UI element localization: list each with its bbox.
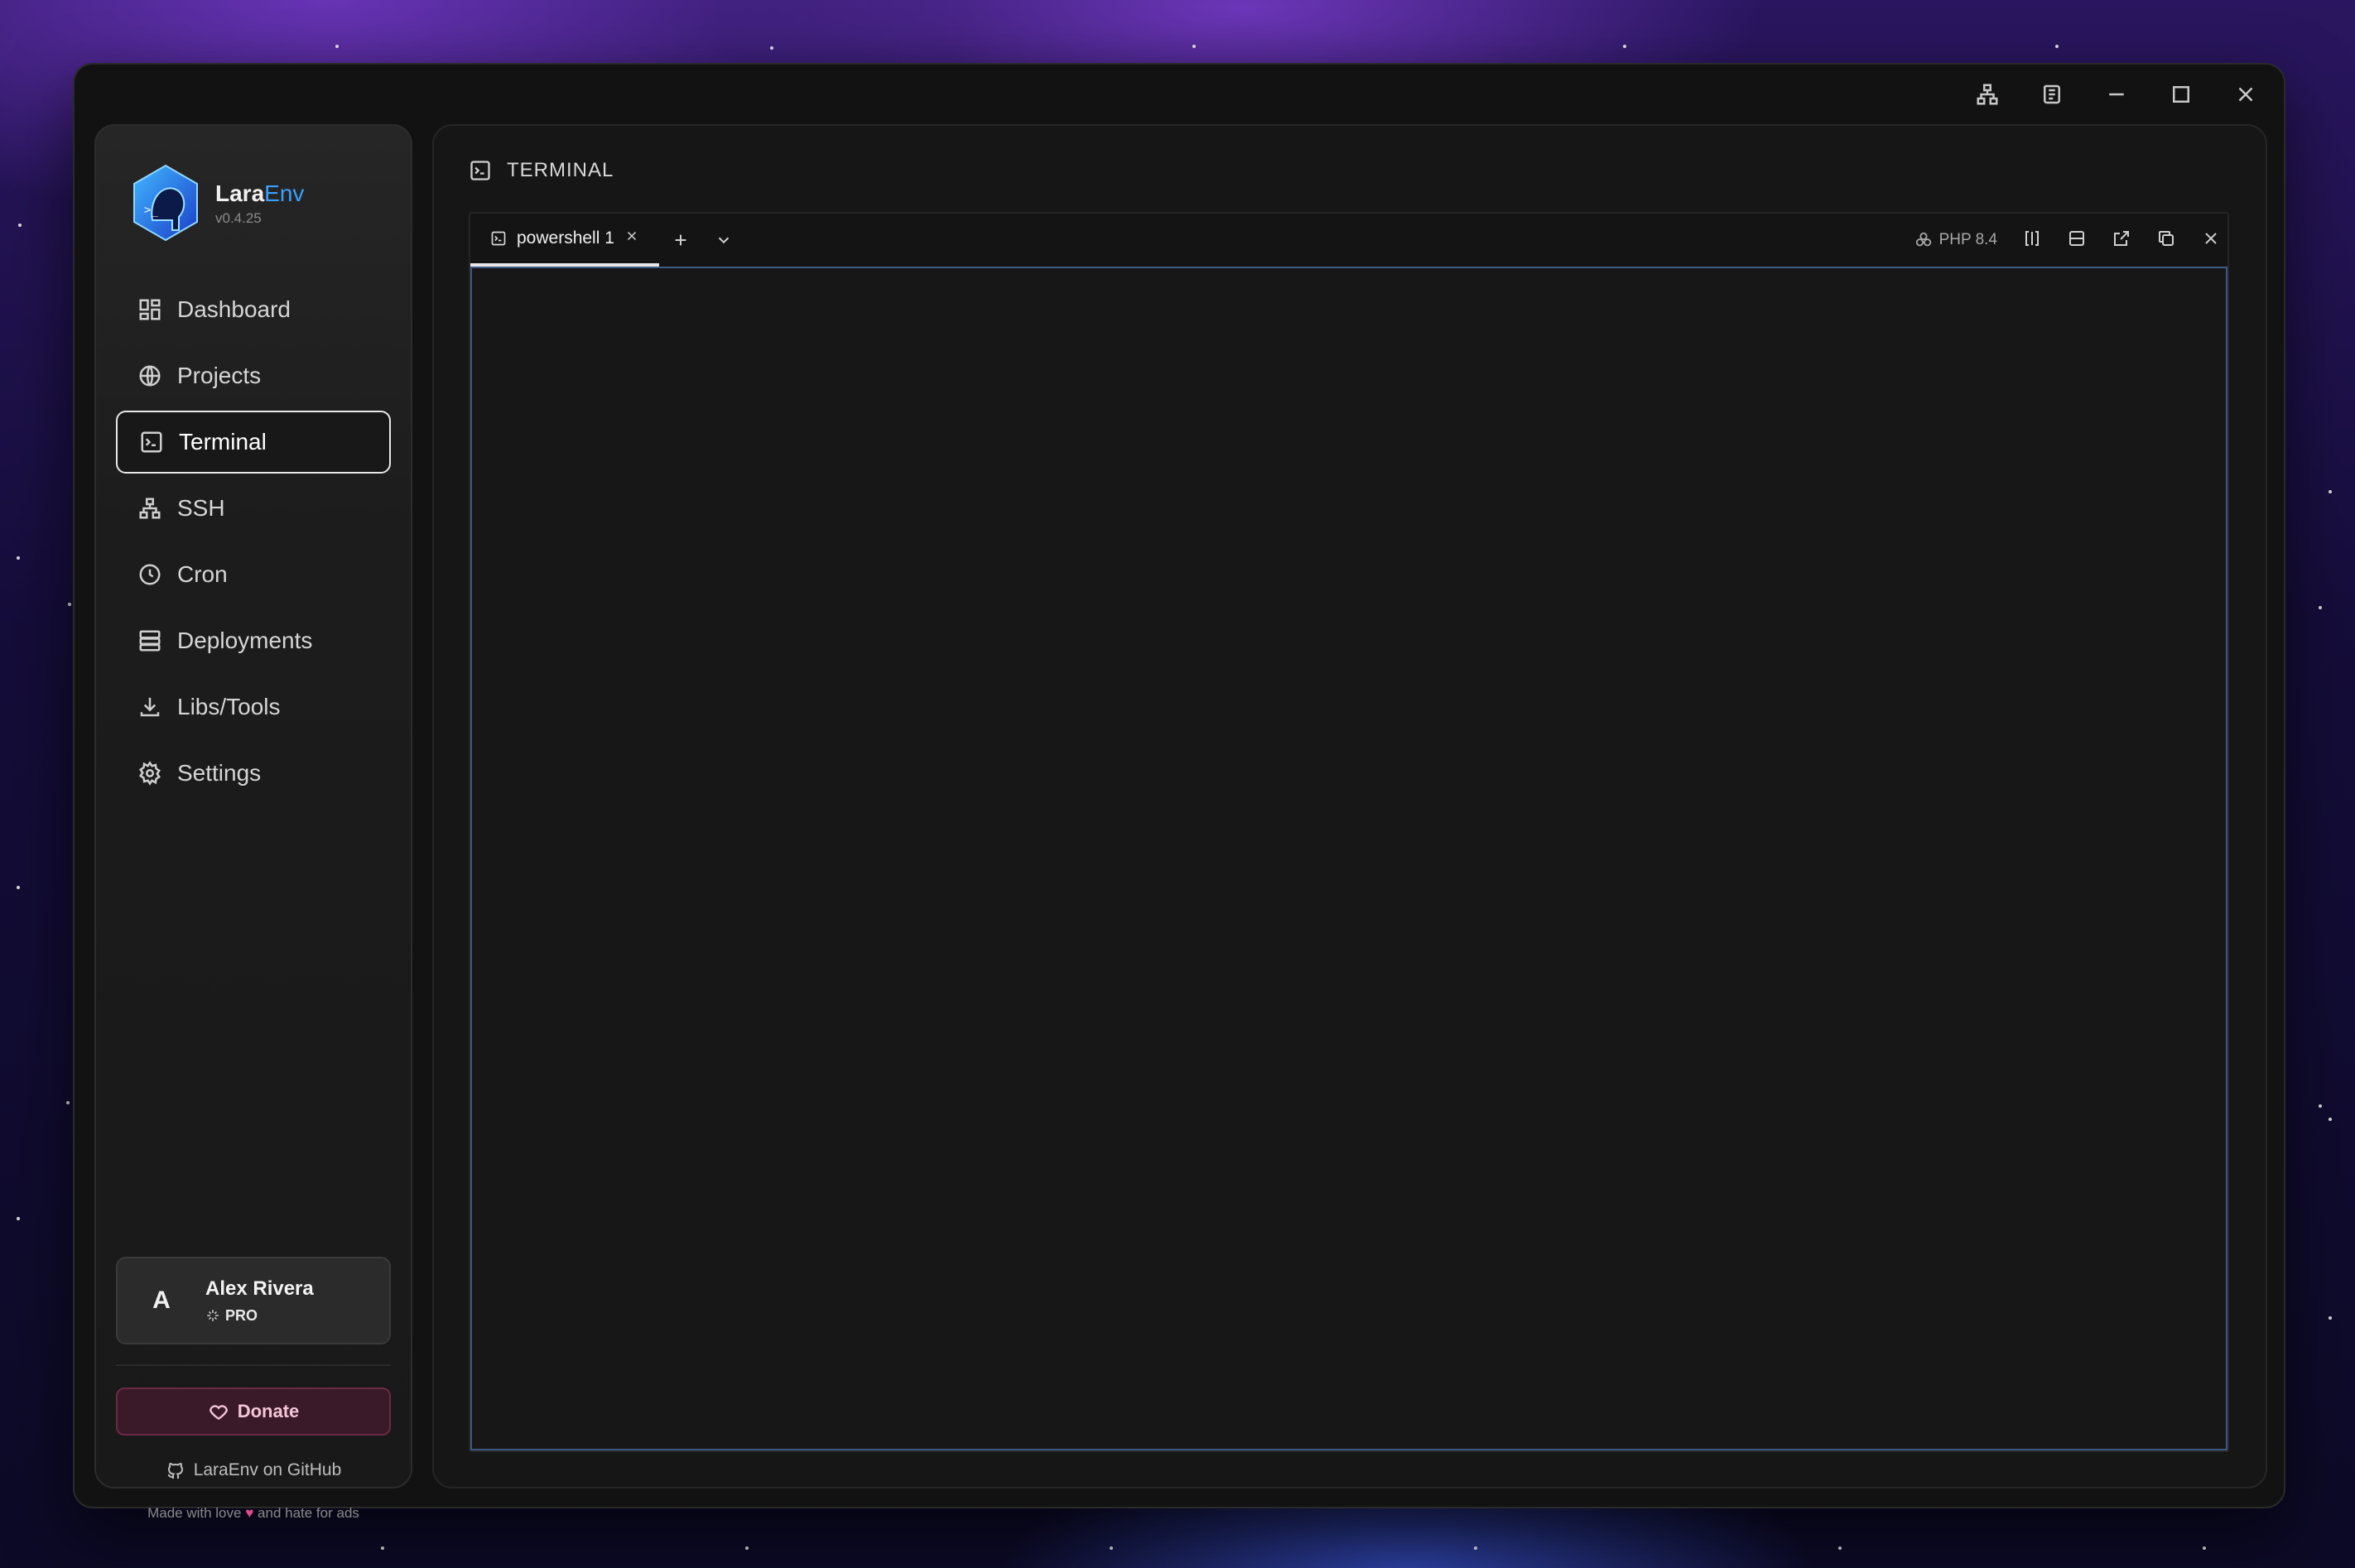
minimize-icon[interactable] bbox=[2102, 79, 2131, 109]
copy-icon bbox=[2159, 230, 2174, 246]
globe-icon bbox=[139, 365, 161, 387]
app-version: v0.4.25 bbox=[215, 210, 262, 226]
donate-button[interactable]: Donate bbox=[116, 1388, 391, 1436]
close-terminal-button[interactable] bbox=[2201, 228, 2221, 253]
sidebar-item-label: Cron bbox=[177, 561, 228, 587]
close-icon[interactable] bbox=[2231, 79, 2261, 109]
network-icon bbox=[139, 498, 161, 519]
external-link-icon bbox=[2114, 230, 2129, 246]
plan-badge: PRO bbox=[205, 1307, 314, 1325]
terminal-output[interactable] bbox=[470, 267, 2227, 1450]
terminal-icon bbox=[470, 161, 490, 180]
sidebar-item-label: Deployments bbox=[177, 628, 313, 653]
laraenv-logo: >_ bbox=[128, 162, 204, 245]
main-panel: TERMINAL powershell 1 PHP 8.4 bbox=[432, 124, 2267, 1489]
sidebar-item-label: Terminal bbox=[179, 429, 267, 455]
user-name: Alex Rivera bbox=[205, 1277, 314, 1300]
gear-icon bbox=[139, 761, 161, 786]
user-card[interactable]: A Alex Rivera PRO bbox=[116, 1257, 391, 1344]
sidebar-item-label: Dashboard bbox=[177, 296, 291, 322]
split-horizontal-button[interactable] bbox=[2067, 228, 2087, 253]
split-vertical-icon bbox=[2025, 230, 2039, 246]
titlebar-controls bbox=[1972, 79, 2261, 109]
chevron-down-icon bbox=[718, 237, 730, 244]
network-icon[interactable] bbox=[1972, 79, 2002, 109]
php-version-selector[interactable]: PHP 8.4 bbox=[1914, 231, 1997, 249]
split-vertical-button[interactable] bbox=[2022, 228, 2042, 253]
sidebar-item-libs-tools[interactable]: Libs/Tools bbox=[116, 676, 391, 738]
sidebar-item-label: SSH bbox=[177, 495, 225, 521]
sidebar-item-deployments[interactable]: Deployments bbox=[116, 609, 391, 672]
close-tab-icon[interactable] bbox=[624, 228, 639, 248]
terminal-icon bbox=[141, 431, 162, 453]
sidebar-item-terminal[interactable]: Terminal bbox=[116, 411, 391, 474]
heart-icon: ♥ bbox=[245, 1505, 254, 1521]
close-icon bbox=[2205, 232, 2217, 244]
log-icon[interactable] bbox=[2037, 79, 2067, 109]
sidebar-item-projects[interactable]: Projects bbox=[116, 344, 391, 407]
sparkle-icon bbox=[207, 1310, 219, 1321]
sidebar: >_ LaraEnv v0.4.25 Dashboard Projects Te… bbox=[94, 124, 412, 1521]
app-window: >_ LaraEnv v0.4.25 Dashboard Projects Te… bbox=[73, 63, 2285, 1521]
terminal-icon bbox=[491, 231, 506, 246]
tab-powershell-1[interactable]: powershell 1 bbox=[470, 214, 659, 267]
pop-out-button[interactable] bbox=[2112, 228, 2131, 253]
clock-icon bbox=[139, 564, 161, 585]
heart-icon bbox=[209, 1405, 228, 1421]
plus-icon bbox=[675, 234, 686, 246]
sidebar-item-dashboard[interactable]: Dashboard bbox=[116, 278, 391, 341]
sidebar-item-ssh[interactable]: SSH bbox=[116, 477, 391, 540]
sidebar-item-label: Projects bbox=[177, 363, 262, 388]
duplicate-button[interactable] bbox=[2156, 228, 2176, 253]
github-link[interactable]: LaraEnv on GitHub bbox=[116, 1454, 391, 1487]
footer-note: Made with love ♥ and hate for ads bbox=[147, 1505, 359, 1521]
sidebar-nav: Dashboard Projects Terminal SSH Cron Dep… bbox=[116, 278, 391, 808]
avatar: A bbox=[152, 1287, 171, 1314]
sidebar-item-settings[interactable]: Settings bbox=[116, 742, 391, 805]
svg-text:>_: >_ bbox=[144, 204, 158, 217]
split-horizontal-icon bbox=[2069, 230, 2084, 246]
terminal-panel: powershell 1 PHP 8.4 bbox=[469, 212, 2229, 1452]
app-name: LaraEnv bbox=[215, 180, 305, 206]
sidebar-item-label: Settings bbox=[177, 760, 262, 786]
new-tab-button[interactable] bbox=[659, 214, 702, 267]
dashboard-icon bbox=[139, 299, 161, 320]
sidebar-item-label: Libs/Tools bbox=[177, 694, 281, 719]
divider bbox=[116, 1364, 391, 1366]
php-icon bbox=[1915, 232, 1931, 247]
download-icon bbox=[140, 697, 160, 717]
brand: >_ LaraEnv v0.4.25 bbox=[128, 162, 304, 245]
github-icon bbox=[167, 1463, 183, 1479]
terminal-toolbar: PHP 8.4 bbox=[1914, 214, 2221, 267]
sidebar-item-cron[interactable]: Cron bbox=[116, 543, 391, 606]
shell-dropdown-button[interactable] bbox=[702, 214, 745, 267]
terminal-tabbar: powershell 1 PHP 8.4 bbox=[470, 214, 2227, 267]
server-icon bbox=[139, 630, 161, 652]
maximize-icon[interactable] bbox=[2166, 79, 2196, 109]
page-title: TERMINAL bbox=[469, 159, 614, 182]
